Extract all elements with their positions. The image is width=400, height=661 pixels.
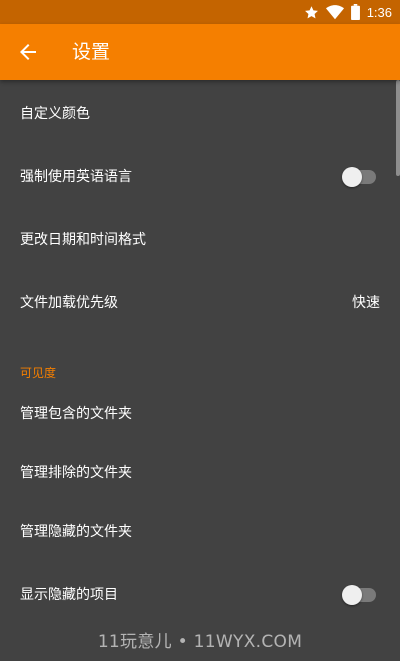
back-button[interactable] bbox=[12, 36, 44, 68]
star-icon bbox=[304, 5, 318, 18]
toggle-thumb bbox=[342, 585, 362, 605]
visibility-section-header: 可见度 bbox=[20, 366, 57, 380]
status-bar: 1:36 bbox=[0, 0, 400, 24]
show-hidden-items-toggle[interactable] bbox=[342, 585, 376, 605]
toggle-thumb bbox=[342, 167, 362, 187]
arrow-left-icon bbox=[20, 44, 36, 60]
manage-excluded-folders-label: 管理排除的文件夹 bbox=[20, 465, 132, 481]
scrollbar[interactable] bbox=[396, 80, 400, 176]
watermark: 11玩意儿 • 11WYX.COM bbox=[97, 632, 303, 652]
wifi-icon bbox=[325, 4, 344, 19]
customize-colors-label: 自定义颜色 bbox=[20, 106, 90, 122]
file-loading-priority-row[interactable]: 文件加载优先级 快速 bbox=[0, 272, 400, 335]
show-hidden-items-row[interactable]: 显示隐藏的项目 bbox=[0, 564, 400, 627]
file-loading-priority-label: 文件加载优先级 bbox=[20, 295, 118, 311]
file-loading-priority-value: 快速 bbox=[352, 295, 380, 311]
status-time: 1:36 bbox=[366, 4, 392, 20]
show-hidden-items-label: 显示隐藏的项目 bbox=[20, 587, 118, 603]
date-time-format-label: 更改日期和时间格式 bbox=[20, 232, 146, 248]
manage-included-folders-label: 管理包含的文件夹 bbox=[20, 406, 132, 422]
customize-colors-row[interactable]: 自定义颜色 bbox=[0, 83, 400, 146]
manage-included-folders-row[interactable]: 管理包含的文件夹 bbox=[0, 383, 400, 446]
force-english-label: 强制使用英语语言 bbox=[20, 169, 132, 185]
settings-list: 自定义颜色 强制使用英语语言 更改日期和时间格式 文件加载优先级 快速 可见度 … bbox=[0, 80, 400, 661]
manage-hidden-folders-row[interactable]: 管理隐藏的文件夹 bbox=[0, 501, 400, 564]
force-english-row[interactable]: 强制使用英语语言 bbox=[0, 146, 400, 209]
status-icons: 1:36 bbox=[304, 0, 392, 24]
manage-excluded-folders-row[interactable]: 管理排除的文件夹 bbox=[0, 442, 400, 505]
force-english-toggle[interactable] bbox=[342, 167, 376, 187]
page-title: 设置 bbox=[72, 41, 111, 63]
manage-hidden-folders-label: 管理隐藏的文件夹 bbox=[20, 524, 132, 540]
app-bar: 设置 bbox=[0, 24, 400, 80]
date-time-format-row[interactable]: 更改日期和时间格式 bbox=[0, 209, 400, 272]
battery-icon bbox=[350, 4, 360, 20]
